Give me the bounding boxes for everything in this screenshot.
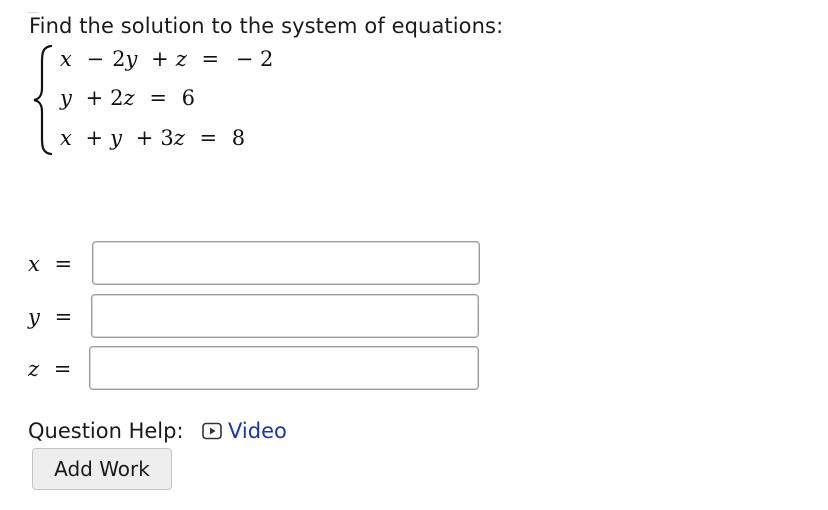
eq2-coef-z: 2 bbox=[110, 86, 124, 110]
left-brace bbox=[33, 44, 53, 156]
eq2-rhs: 6 bbox=[181, 86, 195, 110]
eq3-plus-1: + bbox=[85, 126, 104, 150]
eq1-z: z bbox=[175, 47, 187, 71]
eq1-coef-y: 2 bbox=[112, 47, 126, 71]
equation-3: x + y +3z = 8 bbox=[60, 123, 245, 153]
eq1-plus: + bbox=[151, 47, 169, 71]
eq2-equals: = bbox=[149, 86, 167, 110]
video-link-label: Video bbox=[228, 419, 287, 443]
eq1-minus: − bbox=[86, 47, 105, 71]
eq3-z: z bbox=[173, 126, 185, 150]
top-divider bbox=[28, 12, 38, 13]
eq3-plus-2: + bbox=[135, 126, 154, 150]
eq1-equals: = bbox=[201, 47, 220, 71]
answer-equals-x: = bbox=[54, 252, 73, 276]
eq1-x: x bbox=[60, 47, 72, 71]
answer-equals-z: = bbox=[53, 357, 72, 381]
answer-input-y[interactable] bbox=[91, 294, 479, 338]
equation-system: x −2y + z = − 2 y +2z = 6 x + y +3z = 8 bbox=[32, 44, 332, 156]
eq2-z: z bbox=[123, 86, 135, 110]
eq3-coef-z: 3 bbox=[160, 126, 174, 150]
add-work-button[interactable]: Add Work bbox=[32, 448, 172, 490]
answer-var-z: z bbox=[28, 357, 40, 381]
answer-label-z: z = bbox=[28, 354, 86, 384]
answer-label-y: y = bbox=[28, 302, 86, 332]
eq3-equals: = bbox=[199, 126, 218, 150]
eq3-rhs: 8 bbox=[231, 126, 246, 150]
answer-var-y: y bbox=[28, 305, 40, 329]
question-help-label: Question Help: bbox=[28, 419, 184, 443]
eq2-plus: + bbox=[85, 86, 104, 110]
video-link[interactable]: Video bbox=[202, 416, 287, 446]
answer-input-z[interactable] bbox=[89, 346, 479, 390]
eq1-y: y bbox=[125, 47, 138, 71]
answer-label-x: x = bbox=[28, 249, 86, 279]
answer-equals-y: = bbox=[54, 305, 73, 329]
eq3-y: y bbox=[110, 126, 123, 150]
play-box-icon bbox=[202, 422, 222, 440]
eq2-y: y bbox=[60, 86, 72, 110]
answer-input-x[interactable] bbox=[92, 241, 480, 285]
question-help: Question Help: Video bbox=[28, 416, 287, 446]
eq1-rhs: − 2 bbox=[235, 47, 274, 71]
eq3-x: x bbox=[60, 126, 72, 150]
question-prompt: Find the solution to the system of equat… bbox=[29, 14, 504, 38]
answer-var-x: x bbox=[28, 252, 40, 276]
equation-2: y +2z = 6 bbox=[60, 83, 195, 113]
equation-1: x −2y + z = − 2 bbox=[60, 44, 273, 74]
